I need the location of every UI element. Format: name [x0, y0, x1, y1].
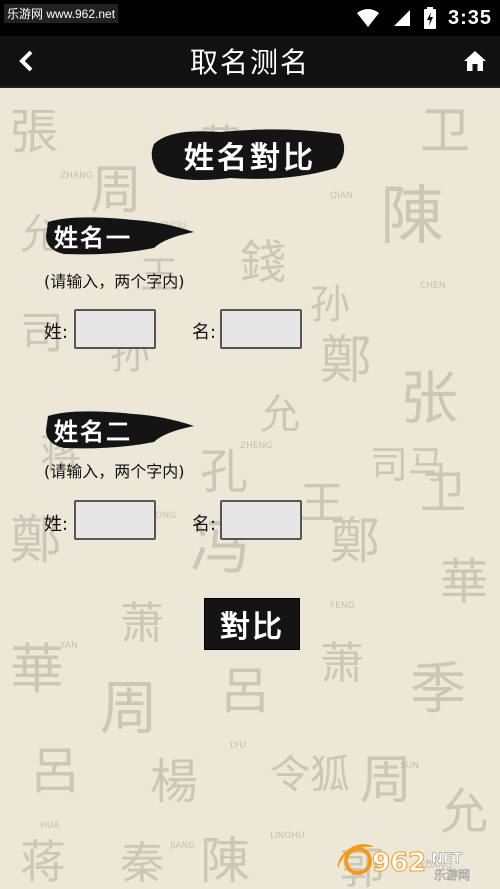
svg-text:華: 華 — [440, 554, 488, 610]
svg-text:HUA: HUA — [40, 821, 60, 831]
wifi-icon — [356, 9, 379, 27]
svg-text:FENG: FENG — [330, 601, 355, 611]
svg-text:華: 華 — [10, 638, 64, 701]
section1-label: 姓名一 — [44, 212, 194, 258]
svg-text:LYU: LYU — [230, 741, 246, 751]
svg-text:允: 允 — [440, 784, 488, 840]
status-time: 3:35 — [447, 6, 492, 29]
app-bar: 取名测名 — [0, 36, 500, 88]
section2-name-label: 名: — [192, 514, 217, 535]
section1-hint: (请输入，两个字内) — [44, 272, 185, 291]
svg-text:周: 周 — [100, 674, 158, 742]
svg-text:张: 张 — [400, 364, 458, 432]
svg-text:錢: 錢 — [240, 235, 286, 289]
section1-name-label: 名: — [192, 322, 217, 343]
svg-text:JIANG: JIANG — [169, 841, 195, 851]
chevron-left-icon — [19, 50, 33, 72]
section2-hint: (请输入，两个字内) — [44, 462, 185, 481]
svg-text:司马: 司马 — [370, 443, 446, 487]
svg-text:SUN: SUN — [400, 761, 419, 771]
svg-text:YAN: YAN — [59, 641, 78, 651]
svg-text:令狐: 令狐 — [270, 752, 350, 798]
status-icons: 3:35 — [356, 4, 492, 32]
svg-text:楊: 楊 — [150, 754, 198, 810]
svg-text:LINGHU: LINGHU — [270, 831, 305, 841]
section2-surname-label: 姓: — [44, 514, 69, 535]
svg-text:孔: 孔 — [200, 444, 248, 500]
svg-text:季: 季 — [410, 657, 466, 722]
home-icon — [464, 51, 486, 71]
962-logo-icon: 962 .NET 乐游网 — [337, 844, 470, 882]
section2-label: 姓名二 — [44, 406, 194, 452]
section1-name-input[interactable] — [220, 309, 302, 349]
svg-text:萧: 萧 — [120, 598, 164, 649]
svg-text:周: 周 — [360, 751, 412, 811]
section2-name-input[interactable] — [220, 500, 302, 540]
heading-text: 姓名對比 — [184, 141, 316, 176]
svg-text:陳: 陳 — [380, 180, 444, 254]
battery-icon — [423, 7, 436, 29]
svg-text:陳: 陳 — [200, 832, 250, 889]
watermark-logo: 962 .NET 乐游网 — [334, 839, 494, 883]
signal-icon — [393, 10, 410, 26]
watermark-text: 乐游网 www.962.net — [4, 4, 119, 23]
status-bar: 乐游网 www.962.net 3:35 — [0, 0, 500, 36]
background-pattern: 張 周 華 陳 卫 錢 孙 司 鄭 张 允 孔 卫 司马 王 鄭 冯 鄭 華 萧… — [10, 102, 488, 889]
compare-button[interactable]: 對比 — [204, 598, 300, 650]
section1-surname-input[interactable] — [74, 309, 156, 349]
svg-text:秦: 秦 — [120, 838, 164, 889]
home-button[interactable] — [458, 44, 492, 78]
section1-surname-label: 姓: — [44, 322, 69, 343]
logo-suffix: .NET — [426, 851, 463, 867]
svg-text:ZHANG: ZHANG — [60, 171, 93, 181]
svg-text:ZHENG: ZHENG — [240, 441, 272, 451]
svg-text:萧: 萧 — [320, 638, 364, 689]
logo-sub: 乐游网 — [434, 868, 470, 882]
section2-surname-input[interactable] — [74, 500, 156, 540]
section1-label-text: 姓名一 — [54, 223, 132, 252]
page-title: 取名测名 — [189, 46, 310, 79]
svg-text:呂: 呂 — [30, 742, 80, 800]
svg-text:允: 允 — [260, 392, 300, 438]
page-heading: 姓名對比 — [150, 124, 350, 186]
svg-text:卫: 卫 — [420, 102, 470, 160]
svg-text:QIAN: QIAN — [330, 191, 353, 201]
svg-text:鄭: 鄭 — [330, 512, 380, 570]
section2-label-text: 姓名二 — [54, 417, 132, 446]
content-area: 張 周 華 陳 卫 錢 孙 司 鄭 张 允 孔 卫 司马 王 鄭 冯 鄭 華 萧… — [0, 88, 500, 889]
svg-text:呂: 呂 — [220, 662, 270, 720]
svg-text:孙: 孙 — [310, 282, 350, 328]
back-button[interactable] — [10, 44, 44, 78]
svg-text:蒋: 蒋 — [20, 835, 66, 889]
svg-text:鄭: 鄭 — [320, 331, 372, 391]
logo-brand: 962 — [372, 848, 426, 878]
svg-text:CHEN: CHEN — [420, 281, 445, 291]
svg-text:張: 張 — [10, 104, 58, 160]
